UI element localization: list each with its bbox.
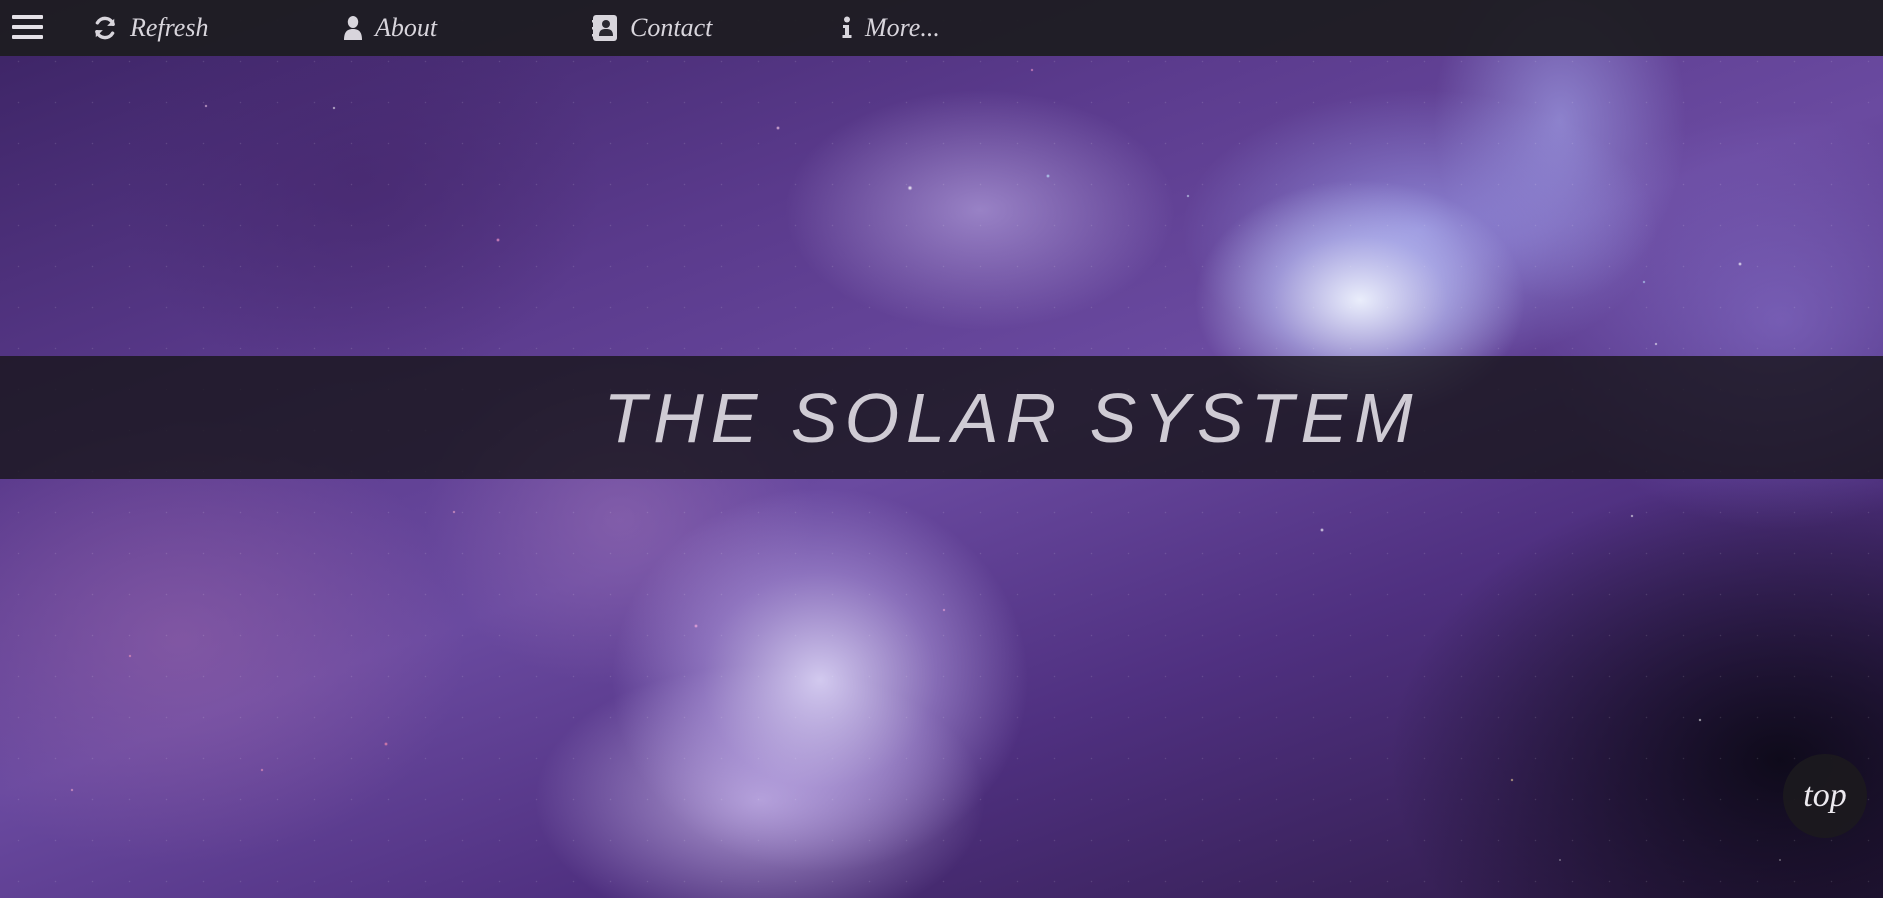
hamburger-menu-button[interactable] xyxy=(12,15,44,41)
user-icon xyxy=(343,15,363,41)
nav-contact-label: Contact xyxy=(630,13,713,42)
page-title: THE SOLAR SYSTEM xyxy=(603,378,1420,457)
nav-about-link[interactable]: About xyxy=(343,10,437,46)
nav-refresh-label: Refresh xyxy=(130,13,209,42)
page: Refresh About Contact More... THE SOLAR … xyxy=(0,0,1883,898)
info-icon xyxy=(841,16,853,40)
nav-refresh-link[interactable]: Refresh xyxy=(92,10,208,46)
hamburger-menu-icon xyxy=(12,15,43,19)
nav-more-link[interactable]: More... xyxy=(841,10,940,46)
nav-contact-link[interactable]: Contact xyxy=(592,10,712,46)
title-band: THE SOLAR SYSTEM xyxy=(0,356,1883,479)
address-book-icon xyxy=(592,14,618,42)
nav-more-label: More... xyxy=(865,13,940,42)
refresh-icon xyxy=(92,15,118,41)
back-to-top-button[interactable]: top xyxy=(1783,754,1867,838)
top-navigation-bar: Refresh About Contact More... xyxy=(0,0,1883,56)
nav-about-label: About xyxy=(375,13,438,42)
